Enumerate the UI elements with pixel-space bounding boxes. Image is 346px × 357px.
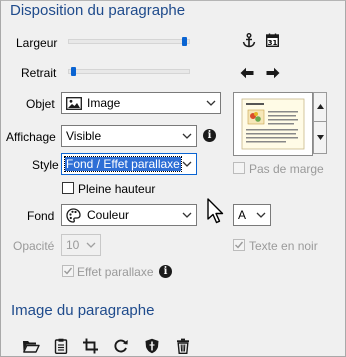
pleine-hauteur-checkbox[interactable] bbox=[62, 182, 74, 194]
shield-icon[interactable] bbox=[143, 338, 161, 354]
chevron-down-icon bbox=[256, 212, 266, 218]
fond-select[interactable]: Couleur bbox=[61, 204, 197, 226]
effet-parallaxe-checkbox[interactable] bbox=[62, 265, 74, 277]
largeur-slider[interactable] bbox=[68, 37, 190, 46]
affichage-info-icon[interactable]: i bbox=[203, 129, 216, 142]
svg-text:31: 31 bbox=[268, 39, 278, 47]
palette-icon bbox=[66, 208, 81, 223]
clipboard-icon[interactable] bbox=[52, 338, 70, 354]
objet-label: Objet bbox=[26, 97, 55, 111]
largeur-label: Largeur bbox=[16, 36, 58, 50]
effet-parallaxe-label: Effet parallaxe bbox=[77, 265, 154, 279]
objet-value: Image bbox=[87, 96, 121, 110]
fond-label: Fond bbox=[27, 209, 55, 223]
retrait-slider[interactable] bbox=[68, 67, 190, 76]
pleine-hauteur-label: Pleine hauteur bbox=[78, 182, 156, 196]
affichage-value: Visible bbox=[66, 129, 102, 143]
objet-select[interactable]: Image bbox=[61, 92, 221, 114]
style-label: Style bbox=[32, 158, 59, 172]
opacite-value: 10 bbox=[66, 238, 80, 252]
scroll-down-icon[interactable] bbox=[317, 135, 324, 140]
fond-value: Couleur bbox=[87, 208, 130, 222]
retrait-label: Retrait bbox=[21, 66, 57, 80]
scroll-up-icon[interactable] bbox=[317, 104, 324, 109]
affichage-select[interactable]: Visible bbox=[61, 125, 197, 147]
preview-scrollbar[interactable] bbox=[313, 92, 327, 154]
arrow-right-icon[interactable] bbox=[266, 67, 280, 79]
image-icon bbox=[66, 97, 82, 110]
largeur-slider-thumb[interactable] bbox=[182, 37, 187, 46]
chevron-down-icon bbox=[182, 212, 192, 218]
pas-de-marge-checkbox[interactable] bbox=[233, 162, 245, 174]
mouse-cursor-icon bbox=[207, 198, 224, 224]
retrait-slider-thumb[interactable] bbox=[71, 67, 76, 76]
style-value: Fond / Effet parallaxe bbox=[64, 156, 182, 172]
texte-en-noir-label: Texte en noir bbox=[249, 239, 318, 253]
style-select[interactable]: Fond / Effet parallaxe bbox=[61, 153, 197, 175]
affichage-label: Affichage bbox=[6, 130, 56, 144]
chevron-down-icon bbox=[182, 161, 192, 167]
section-title: Disposition du paragraphe bbox=[10, 2, 186, 19]
opacite-select[interactable]: 10 bbox=[61, 234, 101, 256]
texte-en-noir-checkbox[interactable] bbox=[233, 239, 245, 251]
effet-parallaxe-info-icon[interactable]: i bbox=[159, 265, 172, 278]
pas-de-marge-label: Pas de marge bbox=[249, 162, 324, 176]
chevron-down-icon bbox=[206, 100, 216, 106]
chevron-down-icon bbox=[86, 242, 96, 248]
anchor-icon[interactable] bbox=[242, 33, 256, 48]
text-color-select[interactable]: A bbox=[233, 204, 271, 226]
opacite-label: Opacité bbox=[13, 239, 55, 253]
refresh-icon[interactable] bbox=[112, 338, 130, 354]
image-section-title: Image du paragraphe bbox=[11, 302, 155, 319]
calendar-icon[interactable]: 31 bbox=[266, 33, 279, 47]
folder-open-icon[interactable] bbox=[22, 338, 40, 354]
arrow-left-icon[interactable] bbox=[240, 67, 254, 79]
layout-preview-thumbnail[interactable] bbox=[233, 92, 313, 156]
trash-icon[interactable] bbox=[174, 338, 192, 354]
text-color-value: A bbox=[238, 208, 247, 222]
chevron-down-icon bbox=[182, 133, 192, 139]
crop-icon[interactable] bbox=[82, 338, 100, 354]
